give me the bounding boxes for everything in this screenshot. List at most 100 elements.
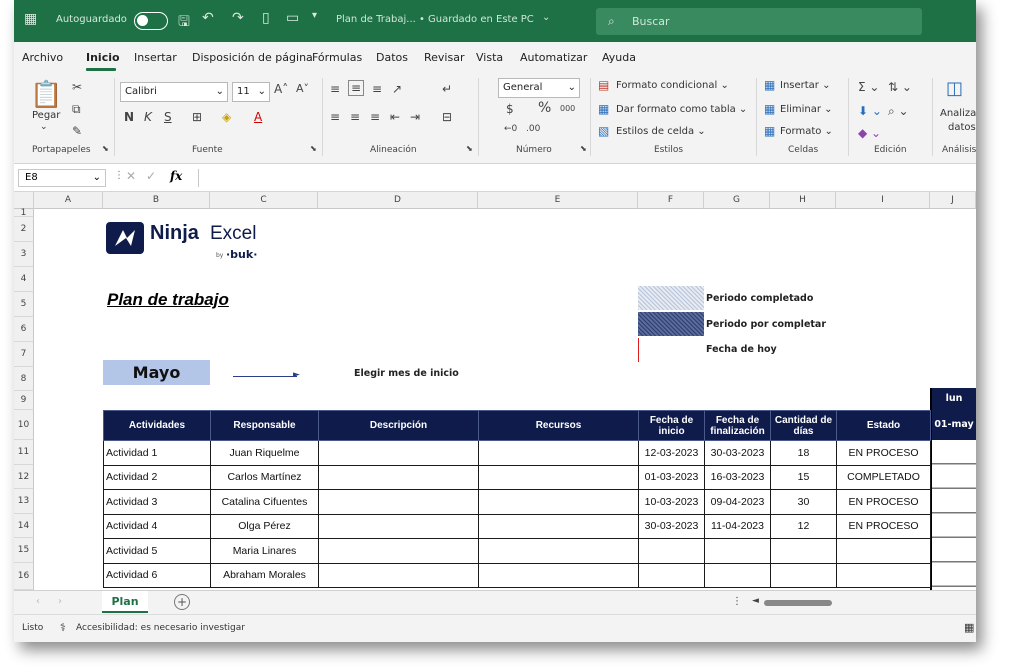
- row-header-4[interactable]: 4: [14, 267, 34, 292]
- format-table-icon[interactable]: ▦: [598, 102, 609, 116]
- clear-icon[interactable]: ◆ ⌄: [858, 126, 881, 140]
- cell-styles-icon[interactable]: ▧: [598, 124, 609, 138]
- formula-input[interactable]: [198, 169, 976, 187]
- cell-resources[interactable]: [478, 538, 639, 564]
- cell-start[interactable]: 12-03-2023: [638, 440, 705, 466]
- menu-insertar[interactable]: Insertar: [134, 51, 177, 64]
- cell-activity[interactable]: Actividad 3: [103, 489, 211, 515]
- name-box[interactable]: E8 ⌄: [18, 169, 106, 187]
- cell-start[interactable]: 10-03-2023: [638, 489, 705, 515]
- insert-cells-button[interactable]: Insertar ⌄: [780, 80, 830, 91]
- column-header-c[interactable]: C: [210, 192, 318, 209]
- borders-icon[interactable]: ⊞: [192, 110, 202, 124]
- row-header-6[interactable]: 6: [14, 317, 34, 342]
- cell-end[interactable]: 30-03-2023: [704, 440, 771, 466]
- cell-days[interactable]: [770, 562, 837, 588]
- column-header-g[interactable]: G: [704, 192, 770, 209]
- bold-icon[interactable]: N: [124, 110, 134, 124]
- analyze-data-label-1[interactable]: Analizar: [940, 108, 976, 119]
- menu-archivo[interactable]: Archivo: [22, 51, 63, 64]
- open-folder-icon[interactable]: ▭: [286, 10, 299, 26]
- cell-activity[interactable]: Actividad 2: [103, 464, 211, 490]
- cell-owner[interactable]: Catalina Cifuentes: [210, 489, 319, 515]
- row-header-14[interactable]: 14: [14, 514, 34, 538]
- increase-decimal-icon[interactable]: ←0: [504, 124, 517, 134]
- cell-description[interactable]: [318, 538, 479, 564]
- column-header-e[interactable]: E: [478, 192, 638, 209]
- conditional-format-icon[interactable]: ▤: [598, 78, 609, 92]
- merge-center-icon[interactable]: ⊟: [442, 110, 452, 124]
- copy-icon[interactable]: ⧉: [72, 102, 81, 117]
- header-status[interactable]: Estado: [836, 410, 931, 441]
- row-header-15[interactable]: 15: [14, 538, 34, 563]
- header-activities[interactable]: Actividades: [103, 410, 211, 441]
- cell-status[interactable]: [836, 562, 931, 588]
- font-size-combo[interactable]: 11 ⌄: [232, 82, 270, 102]
- number-launcher-icon[interactable]: ⬊: [580, 144, 587, 153]
- font-name-combo[interactable]: Calibri ⌄: [120, 82, 228, 102]
- cancel-icon[interactable]: ✕: [126, 169, 136, 183]
- cell-description[interactable]: [318, 489, 479, 515]
- menu-ayuda[interactable]: Ayuda: [602, 51, 636, 64]
- cell-end[interactable]: 09-04-2023: [704, 489, 771, 515]
- row-header-2[interactable]: 2: [14, 217, 34, 242]
- paste-label[interactable]: Pegar: [32, 110, 60, 121]
- paste-dropdown-icon[interactable]: ⌄: [40, 122, 48, 132]
- align-right-icon[interactable]: ≡: [370, 110, 380, 124]
- wrap-text-icon[interactable]: ↵: [442, 82, 452, 96]
- format-cells-icon[interactable]: ▦: [764, 124, 775, 138]
- cell-resources[interactable]: [478, 562, 639, 588]
- cell-activity[interactable]: Actividad 5: [103, 538, 211, 564]
- decrease-indent-icon[interactable]: ⇤: [390, 110, 400, 124]
- cell-owner[interactable]: Carlos Martínez: [210, 464, 319, 490]
- enter-icon[interactable]: ✓: [146, 169, 156, 183]
- cell-end[interactable]: [704, 562, 771, 588]
- row-header-13[interactable]: 13: [14, 489, 34, 514]
- cell-description[interactable]: [318, 562, 479, 588]
- cell-start[interactable]: 01-03-2023: [638, 464, 705, 490]
- row-header-7[interactable]: 7: [14, 342, 34, 367]
- thousands-icon[interactable]: 000: [560, 104, 575, 113]
- row-header-16[interactable]: 16: [14, 563, 34, 590]
- next-sheet-icon[interactable]: ›: [58, 596, 62, 607]
- save-icon[interactable]: 🖫: [178, 11, 190, 35]
- row-header-11[interactable]: 11: [14, 440, 34, 465]
- title-dropdown-icon[interactable]: ⌄: [542, 12, 550, 23]
- fill-color-icon[interactable]: ◈: [222, 110, 231, 124]
- horizontal-scrollbar-thumb[interactable]: [764, 600, 832, 606]
- underline-icon[interactable]: S: [164, 110, 172, 124]
- align-top-icon[interactable]: ≡: [330, 82, 340, 96]
- autosave-toggle[interactable]: [134, 12, 168, 30]
- scroll-left-icon[interactable]: ◄: [752, 596, 759, 606]
- cell-start[interactable]: [638, 538, 705, 564]
- column-header-i[interactable]: I: [836, 192, 930, 209]
- cell-styles-button[interactable]: Estilos de celda ⌄: [616, 126, 706, 137]
- cell-start[interactable]: [638, 562, 705, 588]
- cell-end[interactable]: 11-04-2023: [704, 513, 771, 539]
- cut-icon[interactable]: ✂: [72, 80, 82, 94]
- cell-owner[interactable]: Abraham Morales: [210, 562, 319, 588]
- sort-filter-icon[interactable]: ⇅ ⌄: [888, 80, 912, 94]
- cell-status[interactable]: EN PROCESO: [836, 489, 931, 515]
- menu-inicio[interactable]: Inicio: [86, 51, 120, 64]
- delete-cells-icon[interactable]: ▦: [764, 102, 775, 116]
- column-header-a[interactable]: A: [34, 192, 103, 209]
- menu-datos[interactable]: Datos: [376, 51, 408, 64]
- align-bottom-icon[interactable]: ≡: [372, 82, 382, 96]
- menu-revisar[interactable]: Revisar: [424, 51, 464, 64]
- redo-icon[interactable]: ↷: [232, 10, 244, 26]
- decrease-font-icon[interactable]: A˅: [296, 82, 309, 95]
- cell-owner[interactable]: Juan Riquelme: [210, 440, 319, 466]
- row-header-5[interactable]: 5: [14, 292, 34, 317]
- orientation-icon[interactable]: ↗: [392, 82, 402, 96]
- cell-resources[interactable]: [478, 489, 639, 515]
- document-title[interactable]: Plan de Trabaj... • Guardado en Este PC: [336, 14, 534, 25]
- alignment-launcher-icon[interactable]: ⬊: [466, 144, 473, 153]
- cell-owner[interactable]: Olga Pérez: [210, 513, 319, 539]
- column-header-h[interactable]: H: [770, 192, 836, 209]
- cell-days[interactable]: 15: [770, 464, 837, 490]
- increase-font-icon[interactable]: A˄: [274, 82, 288, 96]
- decrease-decimal-icon[interactable]: .00: [526, 124, 540, 134]
- row-header-12[interactable]: 12: [14, 465, 34, 489]
- number-format-combo[interactable]: General ⌄: [498, 78, 580, 98]
